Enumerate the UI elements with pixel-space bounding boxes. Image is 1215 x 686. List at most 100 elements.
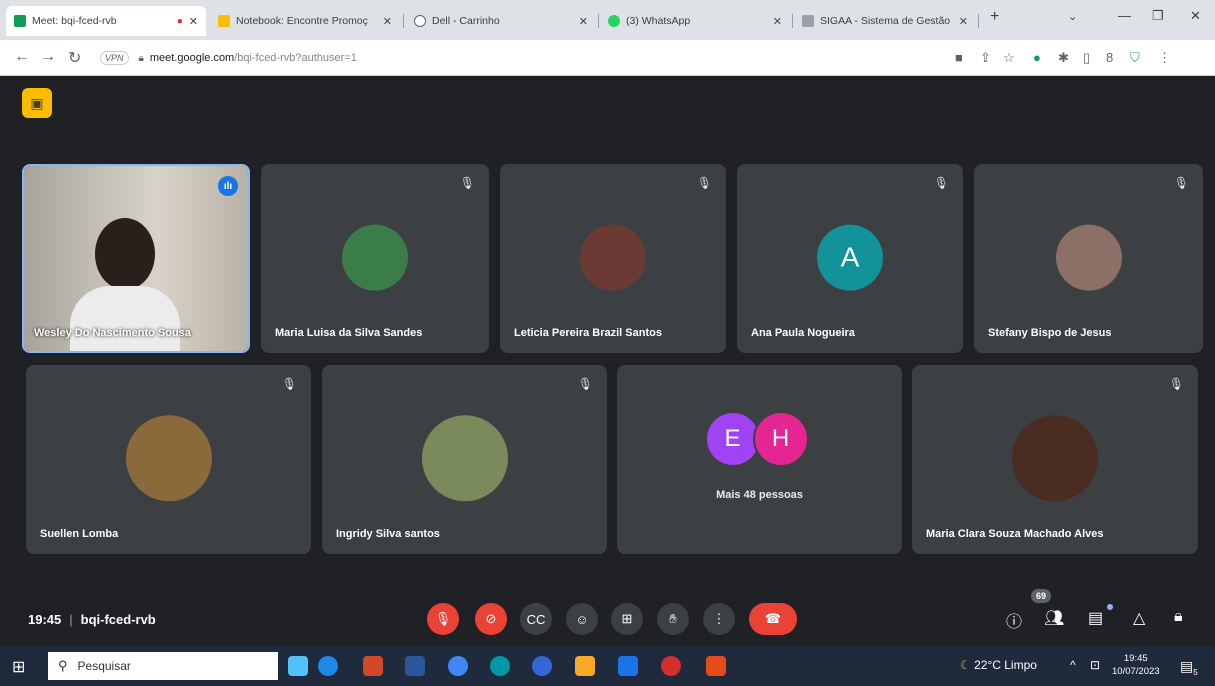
- captions-button[interactable]: CC: [520, 603, 552, 635]
- edge-new-icon[interactable]: [490, 656, 510, 676]
- more-options-button[interactable]: ⋮: [703, 603, 735, 635]
- participant-name: Ingridy Silva santos: [336, 528, 440, 540]
- tab-divider: [403, 14, 404, 28]
- clock[interactable]: 19:45 10/07/2023: [1112, 652, 1160, 678]
- app-icon[interactable]: [706, 656, 726, 676]
- meet-area: ▣ ılı Wesley Do Nascimento Sousa 🎙︎ Mari…: [0, 76, 1215, 646]
- avatar: [580, 224, 646, 291]
- extension-icon[interactable]: ●: [1033, 50, 1041, 65]
- people-icon[interactable]: 👥︎: [1044, 608, 1064, 628]
- participant-name: Ana Paula Nogueira: [751, 327, 855, 339]
- windows-start-icon[interactable]: ⊞: [12, 657, 25, 677]
- participant-tile[interactable]: 🎙︎ A Ana Paula Nogueira: [737, 164, 963, 353]
- tab-title: SIGAA - Sistema de Gestão: [820, 15, 951, 27]
- url-path: /bqi-fced-rvb?authuser=1: [234, 52, 357, 64]
- profile-icon[interactable]: 8: [1106, 50, 1113, 65]
- more-participants-avatars: E H: [704, 411, 815, 467]
- chat-icon[interactable]: ▤: [1088, 608, 1103, 628]
- host-controls-icon[interactable]: 🔒︎: [1174, 608, 1183, 626]
- speaking-indicator-icon: ılı: [218, 176, 238, 196]
- camera-icon[interactable]: ■: [955, 50, 963, 65]
- mic-off-icon: 🎙︎: [696, 176, 712, 190]
- lock-icon[interactable]: 🔒︎: [139, 53, 144, 64]
- tab-search-icon[interactable]: ⌄: [1068, 10, 1077, 23]
- tray-chevron-icon[interactable]: ^: [1070, 658, 1076, 672]
- minimize-icon[interactable]: —: [1118, 8, 1131, 23]
- tab-title: Notebook: Encontre Promoç: [236, 15, 368, 27]
- notifications-icon[interactable]: ▤5: [1180, 658, 1198, 677]
- participant-tile[interactable]: 🎙︎ Stefany Bispo de Jesus: [974, 164, 1203, 353]
- network-icon[interactable]: ⊡: [1090, 658, 1100, 672]
- vpn-badge[interactable]: VPN: [100, 51, 129, 65]
- meeting-details-icon[interactable]: ⓘ: [1006, 608, 1022, 632]
- close-tab-icon[interactable]: ✕: [189, 15, 198, 28]
- tab-meet[interactable]: Meet: bqi-fced-rvb ● ✕: [6, 6, 206, 36]
- address-bar: ← → ↻ VPN 🔒︎ meet.google.com/bqi-fced-rv…: [0, 40, 1215, 76]
- more-menu-icon[interactable]: ⋮: [1158, 50, 1171, 66]
- participant-tile[interactable]: 🎙︎ Suellen Lomba: [26, 365, 311, 554]
- close-tab-icon[interactable]: ✕: [773, 15, 782, 28]
- chrome-icon[interactable]: [448, 656, 468, 676]
- raise-hand-button[interactable]: ✋︎: [657, 603, 689, 635]
- reload-icon[interactable]: ↻: [68, 48, 81, 68]
- taskbar-search[interactable]: ⚲ Pesquisar: [48, 652, 278, 680]
- mic-off-icon: 🎙︎: [459, 176, 475, 190]
- tab-notebook[interactable]: Notebook: Encontre Promoç ✕: [210, 6, 400, 36]
- powerpoint-icon[interactable]: [363, 656, 383, 676]
- close-tab-icon[interactable]: ✕: [383, 15, 392, 28]
- close-tab-icon[interactable]: ✕: [579, 15, 588, 28]
- restore-icon[interactable]: ❐: [1152, 8, 1164, 24]
- present-button[interactable]: ⊞: [611, 603, 643, 635]
- close-tab-icon[interactable]: ✕: [959, 15, 968, 28]
- more-participants-label: Mais 48 pessoas: [716, 489, 803, 501]
- mic-off-icon: 🎙︎: [577, 377, 593, 391]
- opera-icon[interactable]: [661, 656, 681, 676]
- new-tab-button[interactable]: +: [990, 8, 999, 26]
- avatar: [342, 224, 408, 291]
- participant-tile[interactable]: 🎙︎ Maria Clara Souza Machado Alves: [912, 365, 1198, 554]
- bookmark-star-icon[interactable]: ☆: [1003, 50, 1015, 66]
- meet-favicon-icon: [14, 15, 26, 27]
- omnibox[interactable]: VPN 🔒︎ meet.google.com/bqi-fced-rvb?auth…: [100, 45, 940, 71]
- notebook-favicon-icon: [218, 15, 230, 27]
- avatar: A: [817, 224, 883, 291]
- tab-title: Meet: bqi-fced-rvb: [32, 15, 117, 27]
- tab-sigaa[interactable]: SIGAA - Sistema de Gestão ✕: [794, 6, 976, 36]
- close-window-icon[interactable]: ✕: [1190, 8, 1201, 24]
- recording-icon[interactable]: ▣: [22, 88, 52, 118]
- back-icon[interactable]: ←: [14, 48, 30, 66]
- more-participants-tile[interactable]: E H Mais 48 pessoas: [617, 365, 902, 554]
- participant-count-badge: 69: [1031, 589, 1052, 603]
- tab-whatsapp[interactable]: (3) WhatsApp ✕: [600, 6, 790, 36]
- recording-dot-icon: ●: [176, 15, 183, 27]
- clock-date: 10/07/2023: [1112, 666, 1160, 677]
- shield-icon[interactable]: ⛉: [1130, 50, 1140, 66]
- camera-toggle-button[interactable]: ⊘: [475, 603, 507, 635]
- widgets-icon[interactable]: [288, 656, 308, 676]
- leave-call-button[interactable]: ☎︎: [749, 603, 797, 635]
- word-icon[interactable]: [405, 656, 425, 676]
- edge-icon[interactable]: [318, 656, 338, 676]
- clock-time: 19:45: [1123, 653, 1148, 664]
- weather-widget[interactable]: ☾ 22°C Limpo: [960, 658, 1037, 672]
- participant-tile[interactable]: 🎙︎ Leticia Pereira Brazil Santos: [500, 164, 726, 353]
- speaker-tile[interactable]: ılı Wesley Do Nascimento Sousa: [22, 164, 250, 353]
- app-icon[interactable]: [532, 656, 552, 676]
- forward-icon[interactable]: →: [40, 48, 56, 66]
- file-explorer-icon[interactable]: [575, 656, 595, 676]
- dell-favicon-icon: [414, 15, 426, 27]
- tab-title: (3) WhatsApp: [626, 15, 691, 27]
- search-icon: ⚲: [58, 658, 68, 673]
- tab-dell[interactable]: Dell - Carrinho ✕: [406, 6, 596, 36]
- chrome-profile-icon[interactable]: [618, 656, 638, 676]
- emoji-button[interactable]: ☺: [566, 603, 598, 635]
- puzzle-icon[interactable]: ✱: [1058, 50, 1069, 66]
- share-icon[interactable]: ⇪: [980, 50, 991, 66]
- moon-icon: ☾: [960, 658, 971, 672]
- participant-name: Suellen Lomba: [40, 528, 119, 540]
- sidepanel-icon[interactable]: ▯: [1083, 50, 1090, 66]
- mic-toggle-button[interactable]: 🎙︎: [427, 603, 459, 635]
- activities-icon[interactable]: △: [1133, 608, 1145, 628]
- participant-tile[interactable]: 🎙︎ Maria Luisa da Silva Sandes: [261, 164, 489, 353]
- participant-tile[interactable]: 🎙︎ Ingridy Silva santos: [322, 365, 607, 554]
